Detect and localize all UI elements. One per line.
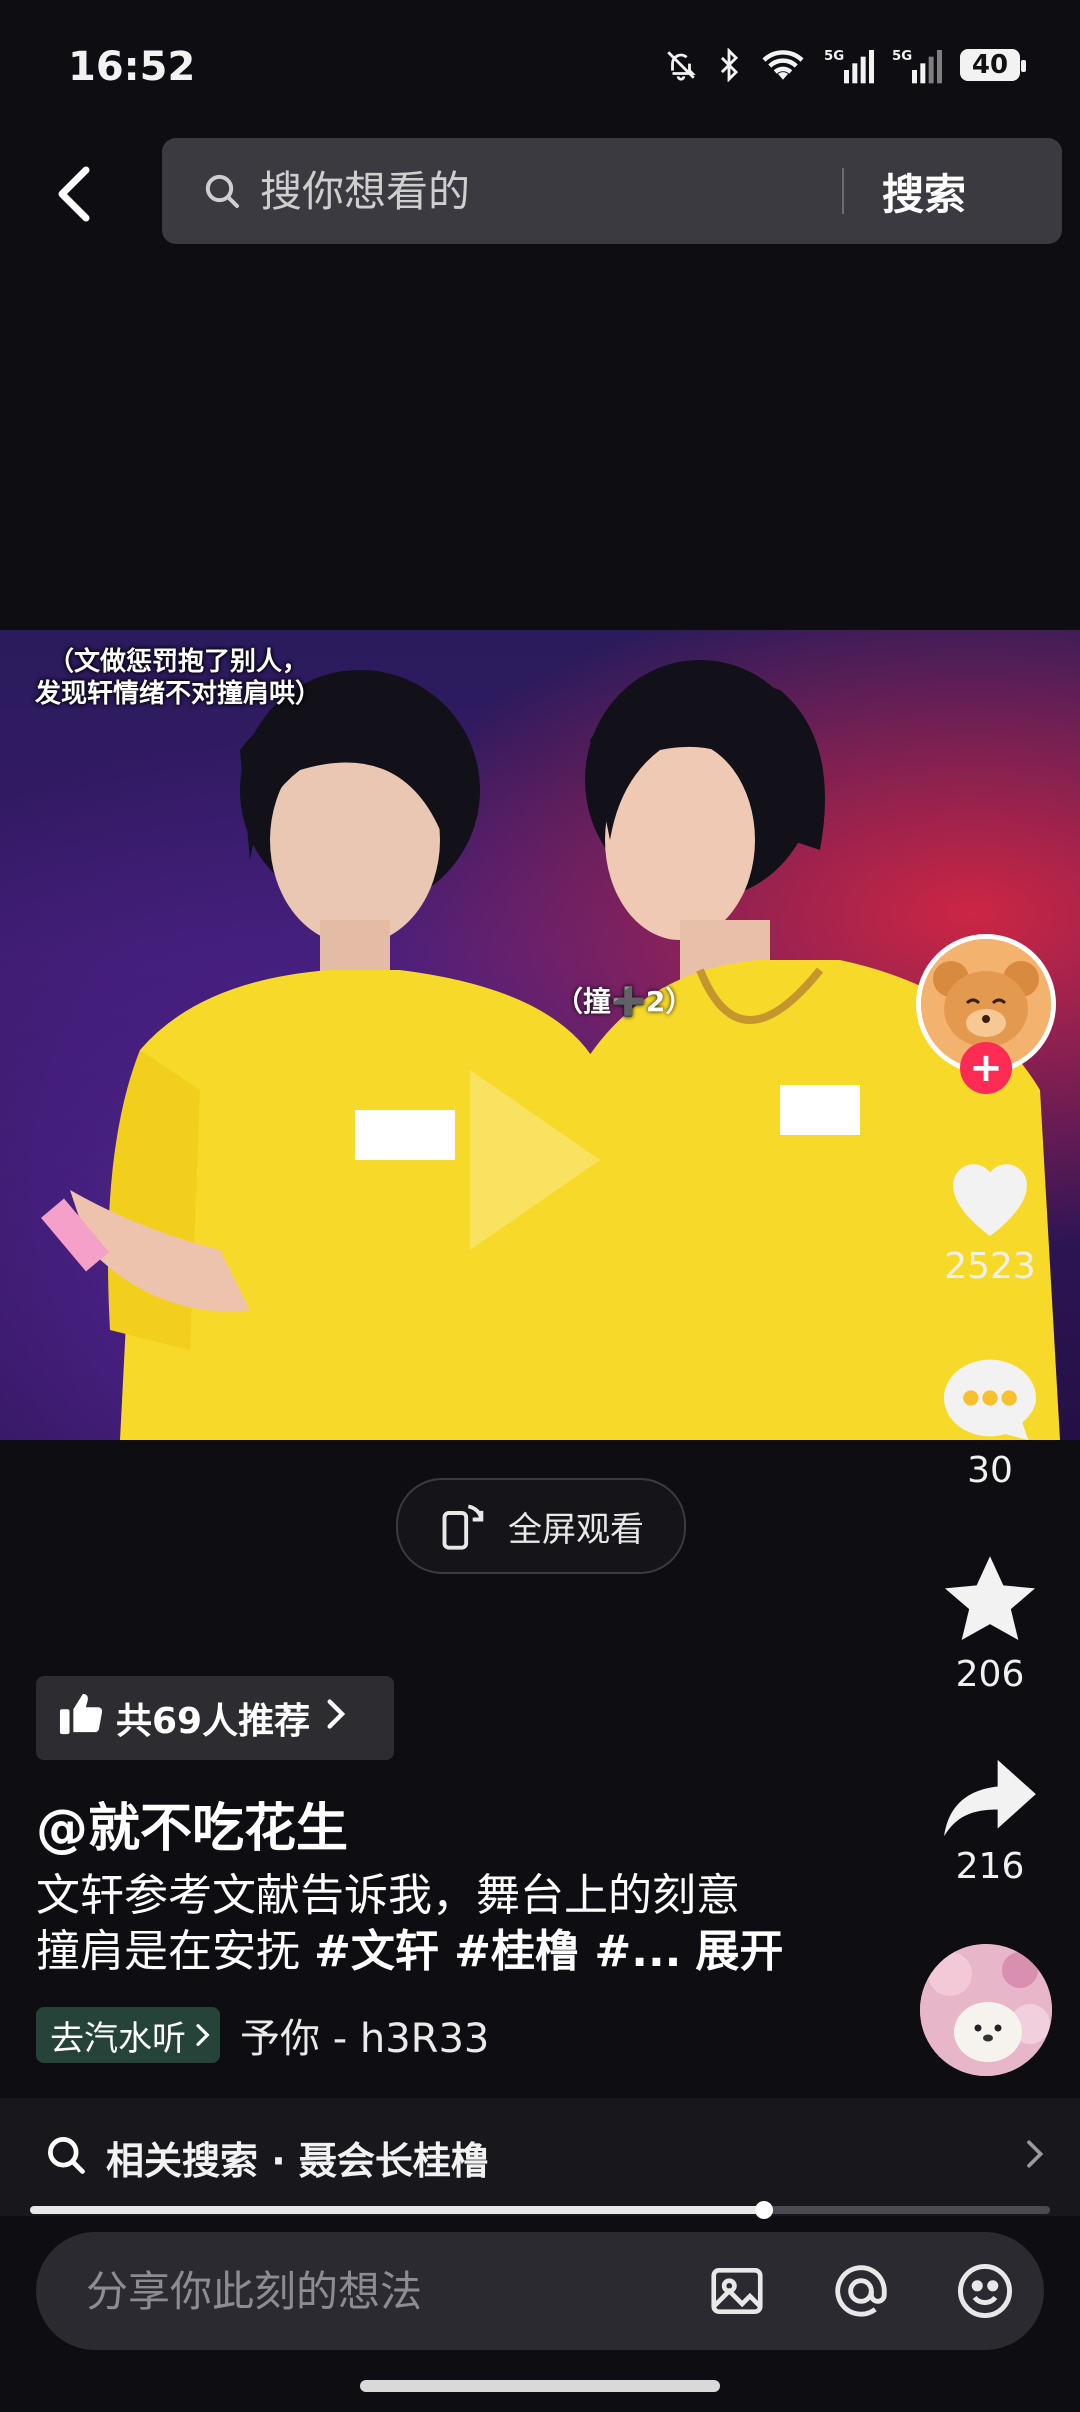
status-time: 16:52	[68, 44, 196, 90]
share-arrow-icon	[944, 1759, 1036, 1837]
expand-link[interactable]: 展开	[695, 1926, 783, 1977]
video-progress-bar[interactable]	[30, 2206, 1050, 2214]
video-player[interactable]: （文做惩罚抱了别人， 发现轩情绪不对撞肩哄） （撞➕2）	[0, 630, 1080, 1440]
fullscreen-label: 全屏观看	[508, 1509, 644, 1550]
heart-icon	[953, 1164, 1027, 1236]
open-music-app-button[interactable]: 去汽水听	[36, 2007, 220, 2063]
search-submit-button[interactable]: 搜索	[882, 161, 966, 222]
mention-icon[interactable]	[830, 2260, 892, 2326]
battery-icon: 40	[960, 49, 1026, 81]
comment-bar[interactable]	[36, 2232, 1044, 2350]
follow-button[interactable]: +	[960, 1042, 1012, 1094]
related-search-label: 相关搜索 · 聂会长桂橹	[106, 2138, 489, 2183]
back-button[interactable]	[44, 156, 104, 232]
author-name[interactable]: @就不吃花生	[36, 1786, 348, 1861]
signal-5g-icon: 5G	[824, 46, 874, 84]
chevron-left-icon	[58, 166, 90, 222]
star-icon	[945, 1556, 1035, 1640]
description-line: 撞肩是在安抚 #文轩 #桂橹 #... 展开	[36, 1924, 796, 1980]
rotate-screen-icon	[442, 1504, 484, 1550]
search-input[interactable]	[258, 165, 822, 217]
comment-bubble-icon	[944, 1359, 1036, 1441]
wifi-icon	[760, 48, 806, 82]
music-title[interactable]: 予你 - h3R33	[240, 2006, 489, 2064]
music-row: 去汽水听 予你 - h3R33	[36, 2006, 489, 2064]
search-divider	[842, 168, 844, 214]
comment-button[interactable]: 30	[920, 1352, 1060, 1491]
video-progress-fill	[30, 2206, 765, 2214]
recommend-chip[interactable]: 共69人推荐	[36, 1676, 394, 1760]
search-bar[interactable]: 搜索	[162, 138, 1062, 244]
search-icon	[44, 2133, 88, 2181]
chevron-right-icon	[1024, 2138, 1044, 2174]
share-count: 216	[955, 1846, 1025, 1887]
thumbs-up-icon	[58, 1692, 104, 1745]
video-overlay-text: （撞➕2）	[555, 985, 694, 1018]
like-button[interactable]: 2523	[920, 1150, 1060, 1287]
status-icons: 5G 5G 40	[664, 46, 1026, 84]
recommend-label: 共69人推荐	[116, 1701, 311, 1742]
home-indicator[interactable]	[360, 2380, 720, 2392]
svg-text:5G: 5G	[892, 49, 912, 64]
comment-count: 30	[967, 1450, 1013, 1491]
open-music-label: 去汽水听	[50, 2018, 186, 2059]
video-caption-line: （文做惩罚抱了别人，	[47, 647, 308, 677]
emoji-icon[interactable]	[954, 2260, 1016, 2326]
music-cover-image	[920, 1944, 1052, 2076]
chevron-right-icon	[324, 1698, 346, 1739]
video-caption-line: 发现轩情绪不对撞肩哄）	[34, 679, 321, 709]
share-button[interactable]: 216	[920, 1756, 1060, 1887]
video-frame-image	[41, 660, 1060, 1440]
bell-off-icon	[664, 48, 698, 82]
svg-text:5G: 5G	[824, 49, 844, 64]
related-search-bar[interactable]: 相关搜索 · 聂会长桂橹	[0, 2098, 1080, 2216]
comment-input[interactable]	[84, 2265, 648, 2317]
chevron-right-icon	[196, 2024, 210, 2046]
favorite-count: 206	[955, 1654, 1025, 1695]
bluetooth-icon	[716, 48, 742, 82]
like-count: 2523	[944, 1246, 1036, 1287]
music-disc-avatar[interactable]	[920, 1944, 1052, 2076]
video-caption: （文做惩罚抱了别人， 发现轩情绪不对撞肩哄）	[18, 646, 338, 710]
description-line: 文轩参考文献告诉我，舞台上的刻意	[36, 1870, 740, 1921]
post-description: 文轩参考文献告诉我，舞台上的刻意 撞肩是在安抚 #文轩 #桂橹 #... 展开	[36, 1868, 796, 1980]
search-icon	[202, 168, 248, 214]
video-progress-handle[interactable]	[755, 2201, 774, 2219]
signal-5g-icon: 5G	[892, 46, 942, 84]
fullscreen-button[interactable]: 全屏观看	[396, 1478, 686, 1574]
image-icon[interactable]	[706, 2260, 768, 2326]
description-hashtags[interactable]: #文轩 #桂橹 #...	[314, 1926, 681, 1977]
comment-tools	[706, 2260, 1016, 2326]
description-text: 撞肩是在安抚	[36, 1926, 314, 1977]
favorite-button[interactable]: 206	[920, 1552, 1060, 1695]
